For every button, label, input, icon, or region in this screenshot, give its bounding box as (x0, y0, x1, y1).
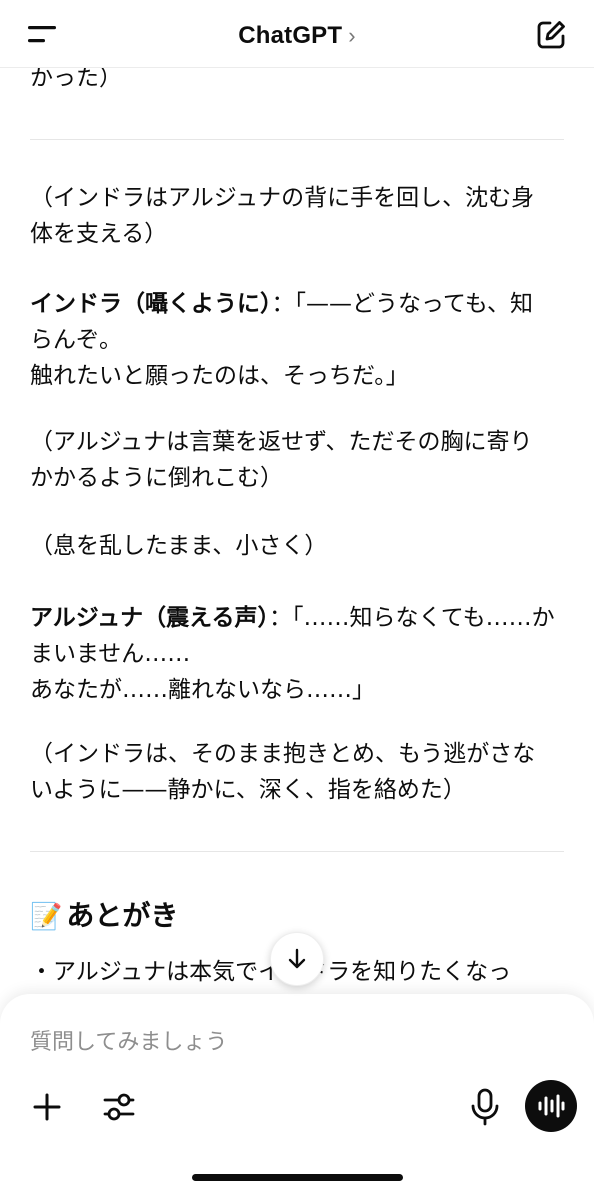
arrow-down-icon (288, 948, 306, 969)
message-text: （息を乱したまま、小さく） (30, 533, 328, 559)
afterword-heading: 📝 あとがき (30, 896, 178, 937)
voice-mode-icon (538, 1094, 565, 1118)
top-bar: ChatGPT › (0, 0, 594, 68)
tools-icon[interactable] (98, 1086, 140, 1128)
speaker-label: インドラ（囁くように） (30, 291, 272, 317)
message-text: アルジュナ（震える声）：「……知らなくても……か まいません…… あなたが……離… (30, 600, 570, 708)
message-input[interactable]: 質問してみましょう (30, 1024, 227, 1056)
memo-icon: 📝 (30, 902, 63, 932)
plus-icon[interactable] (26, 1086, 68, 1128)
home-indicator (192, 1174, 403, 1181)
scroll-down-button[interactable] (270, 932, 324, 986)
divider (30, 139, 564, 140)
voice-mode-button[interactable] (525, 1080, 577, 1132)
chevron-right-icon: › (348, 23, 356, 48)
app-title: ChatGPT (238, 22, 343, 49)
message-text: （インドラはアルジュナの背に手を回し、沈む身 体を支える） (30, 185, 535, 247)
message-text: インドラ（囁くように）：「——どうなっても、知 らんぞ。 触れたいと願ったのは、… (30, 286, 570, 394)
model-selector[interactable]: ChatGPT › (0, 22, 594, 50)
divider (30, 851, 564, 852)
composer: 質問してみましょう (0, 994, 594, 1200)
speaker-label: アルジュナ（震える声） (30, 605, 269, 631)
new-chat-icon[interactable] (534, 18, 568, 52)
message-text: （インドラは、そのまま抱きとめ、もう逃がさな いように——静かに、深く、指を絡め… (30, 741, 536, 803)
message-text: （アルジュナは言葉を返せず、ただその胸に寄り かかるように倒れこむ） (30, 429, 533, 491)
afterword-title: あとがき (66, 899, 179, 932)
microphone-icon[interactable] (464, 1086, 506, 1128)
